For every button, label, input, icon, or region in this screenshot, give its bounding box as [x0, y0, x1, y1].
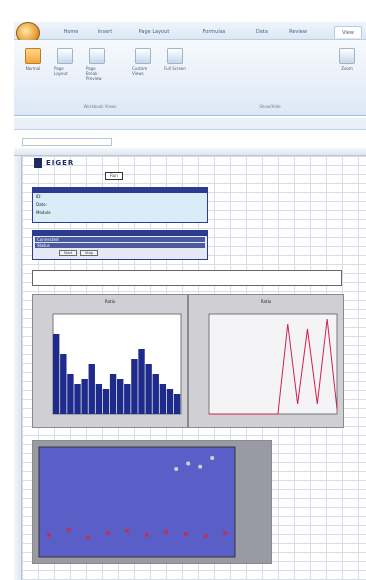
- tab-data[interactable]: Data: [252, 26, 272, 38]
- stop-button[interactable]: Stop: [80, 250, 98, 256]
- point: [47, 533, 51, 537]
- bar: [152, 374, 159, 414]
- bar: [95, 384, 103, 414]
- bar: [173, 394, 181, 414]
- group-label-workbook-views: Workbook Views: [83, 104, 117, 109]
- info-line-id: ID:: [36, 194, 42, 199]
- company-logo: EIGER: [34, 157, 74, 169]
- bar: [109, 374, 117, 414]
- zoom-icon: [339, 48, 355, 64]
- full-screen-icon: [167, 48, 183, 64]
- point: [105, 530, 110, 535]
- info-panel: ID: Date: Module: [32, 187, 208, 223]
- start-button[interactable]: Start: [59, 250, 77, 256]
- point: [86, 535, 91, 540]
- full-screen-button[interactable]: Full Screen: [164, 48, 186, 88]
- bar: [67, 374, 74, 414]
- tab-page-layout[interactable]: Page Layout: [132, 26, 176, 38]
- normal-view-button[interactable]: Normal: [22, 48, 44, 88]
- ratio-line-chart: Ratio: [188, 294, 344, 428]
- bar: [88, 364, 95, 414]
- custom-views-button[interactable]: Custom Views: [132, 48, 154, 88]
- bar: [138, 349, 145, 414]
- tab-home[interactable]: Home: [58, 26, 84, 38]
- tab-insert[interactable]: Insert: [92, 26, 118, 38]
- custom-views-icon: [135, 48, 151, 64]
- bar: [131, 359, 138, 414]
- page-layout-button[interactable]: Page Layout: [54, 48, 76, 88]
- status-line-2: Status: [35, 243, 205, 248]
- group-label-show-hide: Show/Hide: [259, 104, 281, 109]
- status-panel: Connected Status Start Stop: [32, 230, 208, 260]
- bar: [102, 389, 110, 414]
- tab-review[interactable]: Review: [282, 26, 314, 38]
- chart1-plot: [52, 313, 182, 415]
- bar: [124, 384, 131, 414]
- run-button[interactable]: Run: [105, 172, 123, 180]
- info-line-date: Date:: [36, 202, 47, 207]
- name-box[interactable]: [22, 138, 112, 146]
- column-headers: [14, 148, 366, 156]
- logo-mark-icon: [34, 158, 42, 168]
- point: [144, 533, 149, 537]
- page-break-preview-button[interactable]: Page Break Preview: [86, 48, 108, 88]
- point: [164, 529, 169, 534]
- bar: [53, 334, 60, 414]
- point: [174, 467, 179, 471]
- point: [223, 530, 227, 535]
- bar: [145, 364, 152, 414]
- chart3-plot: [38, 446, 236, 558]
- scatter-chart: [32, 440, 272, 564]
- normal-view-icon: [25, 48, 41, 64]
- point: [66, 527, 71, 532]
- point: [210, 456, 215, 460]
- chart2-plot: [208, 313, 338, 415]
- page-break-icon: [89, 48, 105, 64]
- point: [186, 461, 191, 466]
- zoom-button[interactable]: Zoom: [336, 48, 358, 88]
- tab-formulas[interactable]: Formulas: [198, 26, 230, 38]
- bar: [159, 384, 167, 414]
- bar: [166, 389, 174, 414]
- bar: [74, 384, 81, 414]
- page-layout-icon: [57, 48, 73, 64]
- point: [203, 534, 208, 539]
- status-line-1: Connected: [35, 237, 205, 242]
- ratio-bar-chart: Ratio: [32, 294, 188, 428]
- tab-view[interactable]: View: [334, 26, 362, 38]
- bar: [81, 379, 88, 414]
- plot-area: [38, 446, 236, 558]
- settings-row: [32, 270, 342, 286]
- point: [198, 464, 203, 469]
- quick-access-toolbar: [14, 118, 366, 130]
- point: [183, 531, 188, 536]
- bar: [117, 379, 124, 414]
- bar: [60, 354, 67, 414]
- info-line-module: Module: [36, 210, 51, 215]
- row-headers: [14, 156, 22, 580]
- point: [125, 528, 130, 533]
